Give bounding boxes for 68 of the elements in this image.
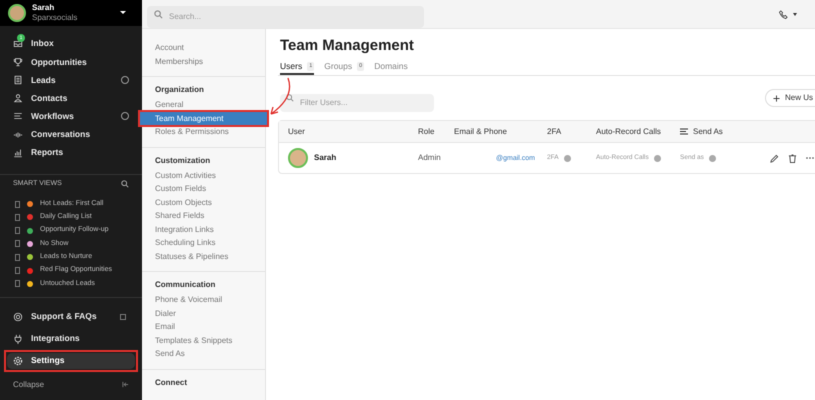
column-header: User [288, 126, 305, 138]
nav-item[interactable]: Conversations [0, 126, 142, 144]
settings-nav-item[interactable]: Scheduling Links [142, 236, 265, 250]
account-org: Sparxsocials [32, 12, 78, 23]
settings-nav-item[interactable]: Custom Activities [142, 168, 265, 182]
settings-nav-item[interactable]: Team Management [140, 112, 267, 125]
waveform-icon [13, 130, 23, 140]
avatar [8, 4, 26, 22]
search-field[interactable]: Search... [147, 6, 424, 28]
column-header: Role [418, 126, 434, 138]
plug-icon [13, 334, 23, 344]
account-name: Sarah [32, 2, 56, 13]
new-user-button[interactable]: New Us [764, 89, 815, 107]
caret-icon[interactable] [793, 12, 797, 16]
collapse-link[interactable]: Collapse [13, 378, 44, 391]
search-icon [286, 94, 294, 102]
table-cell: Admin [418, 153, 441, 162]
trash-icon[interactable] [788, 154, 797, 162]
chart-icon [13, 148, 23, 158]
trophy-icon [13, 56, 23, 67]
inbox-icon [13, 38, 23, 49]
section-title: Organization [154, 84, 205, 96]
settings-nav-item[interactable]: Email [142, 320, 265, 334]
search-icon[interactable] [121, 180, 129, 188]
settings-nav-item[interactable]: Memberships [142, 54, 265, 68]
collapse-icon[interactable] [122, 381, 129, 388]
section-title: Customization [154, 154, 212, 166]
settings-nav-item[interactable]: General [142, 98, 265, 112]
settings-nav-item[interactable]: Phone & Voicemail [142, 293, 265, 306]
column-header: Auto-Record Calls [596, 126, 661, 138]
section-title: Connect [154, 376, 188, 388]
settings-icon [13, 356, 23, 366]
column-header: Email & Phone [454, 126, 507, 138]
list-icon [680, 128, 688, 135]
settings-nav-item[interactable]: Custom Objects [142, 196, 265, 209]
settings-nav-item[interactable]: Send As [142, 347, 265, 360]
nav-item[interactable]: Contacts [0, 89, 142, 108]
nav-item[interactable]: Opportunities [0, 52, 142, 71]
section-title: Communication [154, 279, 216, 291]
settings-nav-item[interactable]: Templates & Snippets [142, 334, 265, 347]
phone-icon[interactable] [779, 10, 788, 18]
nav-item[interactable]: Support & FAQs [4, 306, 138, 328]
filter-field[interactable]: Filter Users... [280, 94, 434, 112]
settings-nav-item[interactable]: Account [142, 41, 265, 54]
column-header: 2FA [547, 126, 562, 138]
search-icon [154, 10, 163, 18]
settings-nav-item[interactable]: Shared Fields [142, 209, 265, 222]
list-icon [13, 111, 23, 122]
settings-nav-item[interactable]: Integration Links [142, 222, 265, 236]
settings-nav-item[interactable]: Custom Fields [142, 182, 265, 196]
table-cell: Sarah [314, 152, 336, 164]
pencil-icon[interactable] [770, 154, 779, 162]
page-title: Team Management [280, 37, 415, 55]
nav-item[interactable]: Workflows [0, 107, 142, 126]
column-header: Send As [693, 126, 723, 138]
settings-nav-item[interactable]: Roles & Permissions [142, 125, 265, 138]
settings-nav-item[interactable]: Dialer [142, 306, 265, 320]
nav-item[interactable]: Integrations [4, 328, 138, 350]
settings-nav-item[interactable]: Statuses & Pipelines [142, 250, 265, 263]
lifebuoy-icon [13, 312, 23, 322]
plus-icon [772, 94, 780, 102]
tab[interactable]: Domains [374, 60, 408, 75]
nav-item[interactable]: Leads [0, 70, 142, 90]
avatar [288, 148, 308, 168]
person-icon [13, 93, 23, 104]
document-icon [13, 75, 23, 86]
nav-item[interactable]: Reports [0, 144, 142, 162]
nav-item[interactable]: Settings [4, 350, 138, 372]
